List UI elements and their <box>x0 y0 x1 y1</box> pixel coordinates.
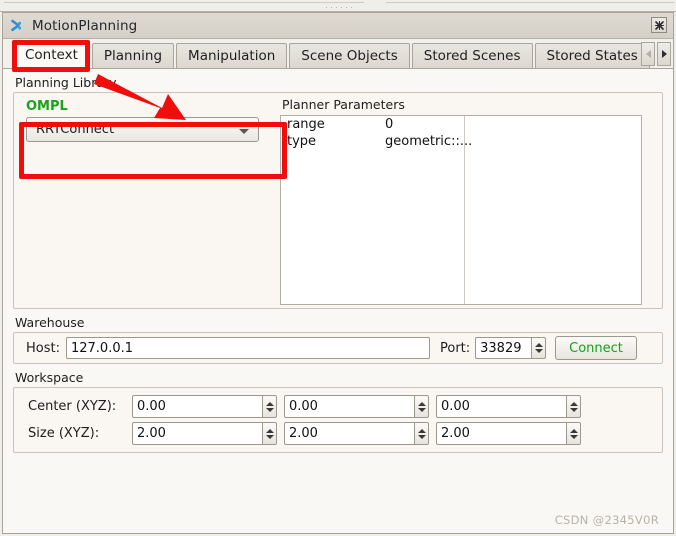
size-z-value: 2.00 <box>441 426 470 441</box>
center-x-value: 0.00 <box>137 399 166 414</box>
panel-title: MotionPlanning <box>32 17 138 34</box>
center-z-value: 0.00 <box>441 399 470 414</box>
tab-bar: Context Planning Manipulation Scene Obje… <box>3 39 673 69</box>
connect-button[interactable]: Connect <box>555 336 637 360</box>
center-y-value: 0.00 <box>289 399 318 414</box>
panel-titlebar: MotionPlanning <box>3 13 673 39</box>
center-label: Center (XYZ): <box>28 399 117 414</box>
spin-up-icon[interactable] <box>569 401 578 406</box>
workspace-title: Workspace <box>15 370 84 385</box>
size-y-value: 2.00 <box>289 426 318 441</box>
tab-planning[interactable]: Planning <box>91 43 175 68</box>
tab-scene-objects[interactable]: Scene Objects <box>289 43 410 68</box>
spin-up-icon[interactable] <box>265 428 274 433</box>
workspace-size-row: Size (XYZ): 2.00 2.00 2.00 <box>20 420 656 447</box>
port-label: Port: <box>439 340 471 356</box>
center-x-stepper[interactable]: 0.00 <box>132 395 277 418</box>
port-spin-buttons[interactable] <box>531 337 547 359</box>
center-y-input[interactable]: 0.00 <box>284 395 414 418</box>
size-y-input[interactable]: 2.00 <box>284 422 414 445</box>
tab-stored-states[interactable]: Stored States <box>534 43 650 68</box>
host-input-value: 127.0.0.1 <box>70 340 134 356</box>
size-y-spin-buttons[interactable] <box>414 422 429 445</box>
motion-planning-panel: MotionPlanning Context Planning Manipula… <box>2 12 674 534</box>
tab-context[interactable]: Context <box>13 42 90 68</box>
planner-select[interactable]: RRTConnect <box>26 117 259 142</box>
tab-label: Stored States <box>546 48 638 64</box>
tab-label: Stored Scenes <box>423 48 521 64</box>
host-input[interactable]: 127.0.0.1 <box>65 337 430 359</box>
tab-label: Manipulation <box>188 48 276 64</box>
param-key: range <box>287 117 325 132</box>
size-z-spin-buttons[interactable] <box>566 422 581 445</box>
top-splitter-strip[interactable] <box>0 0 676 12</box>
size-x-stepper[interactable]: 2.00 <box>132 422 277 445</box>
planner-select-value: RRTConnect <box>36 122 115 137</box>
spin-down-icon[interactable] <box>265 434 274 439</box>
tab-label: Context <box>25 47 78 63</box>
workspace-box: Center (XYZ): 0.00 0.00 0.00 Size (XYZ):… <box>13 387 663 453</box>
center-z-input[interactable]: 0.00 <box>436 395 566 418</box>
port-input-value: 33829 <box>480 340 522 356</box>
spin-down-icon[interactable] <box>534 349 543 353</box>
splitter-grip-dots[interactable] <box>324 6 352 9</box>
planning-library-title: Planning Library <box>15 75 117 90</box>
warehouse-title: Warehouse <box>15 315 85 330</box>
spin-down-icon[interactable] <box>265 407 274 412</box>
center-x-input[interactable]: 0.00 <box>132 395 262 418</box>
size-x-input[interactable]: 2.00 <box>132 422 262 445</box>
table-row[interactable]: range 0 <box>281 116 641 133</box>
chevron-down-icon <box>239 129 249 134</box>
spin-down-icon[interactable] <box>417 434 426 439</box>
spin-up-icon[interactable] <box>417 428 426 433</box>
param-value: geometric::... <box>385 134 473 149</box>
size-z-stepper[interactable]: 2.00 <box>436 422 581 445</box>
connect-button-label: Connect <box>569 340 623 356</box>
spin-up-icon[interactable] <box>265 401 274 406</box>
planning-library-box: OMPL RRTConnect Planner Parameters range… <box>13 92 663 309</box>
tab-stored-scenes[interactable]: Stored Scenes <box>411 43 533 68</box>
param-key: type <box>287 134 317 149</box>
size-label: Size (XYZ): <box>28 426 100 441</box>
port-input[interactable]: 33829 <box>475 337 532 359</box>
tab-scroll-right-icon[interactable] <box>657 42 671 66</box>
center-y-spin-buttons[interactable] <box>414 395 429 418</box>
planning-library-group: Planning Library OMPL RRTConnect Planner… <box>13 75 663 309</box>
tab-scroller <box>641 42 671 66</box>
spin-up-icon[interactable] <box>534 343 543 347</box>
tab-label: Scene Objects <box>301 48 398 64</box>
center-x-spin-buttons[interactable] <box>262 395 277 418</box>
size-y-stepper[interactable]: 2.00 <box>284 422 429 445</box>
center-z-spin-buttons[interactable] <box>566 395 581 418</box>
planner-parameters-title: Planner Parameters <box>282 97 405 112</box>
warehouse-group: Warehouse Host: 127.0.0.1 Port: 33829 Co… <box>13 315 663 364</box>
panel-chevron-icon <box>8 17 26 35</box>
spin-up-icon[interactable] <box>417 401 426 406</box>
tab-label: Planning <box>103 48 163 64</box>
center-z-stepper[interactable]: 0.00 <box>436 395 581 418</box>
param-value: 0 <box>385 117 394 132</box>
spin-down-icon[interactable] <box>569 434 578 439</box>
workspace-center-row: Center (XYZ): 0.00 0.00 0.00 <box>20 393 656 420</box>
watermark: CSDN @2345V0R <box>554 513 659 527</box>
warehouse-box: Host: 127.0.0.1 Port: 33829 Connect <box>13 332 663 364</box>
table-row[interactable]: type geometric::... <box>281 133 641 150</box>
context-tab-content: Planning Library OMPL RRTConnect Planner… <box>3 69 673 533</box>
spin-down-icon[interactable] <box>569 407 578 412</box>
ompl-label: OMPL <box>26 99 68 114</box>
size-z-input[interactable]: 2.00 <box>436 422 566 445</box>
host-label: Host: <box>26 340 60 356</box>
tab-scroll-left-icon[interactable] <box>641 42 655 66</box>
center-y-stepper[interactable]: 0.00 <box>284 395 429 418</box>
size-x-value: 2.00 <box>137 426 166 441</box>
screenshot-root: MotionPlanning Context Planning Manipula… <box>0 0 676 536</box>
spin-up-icon[interactable] <box>569 428 578 433</box>
port-stepper[interactable]: 33829 <box>475 337 547 359</box>
spin-down-icon[interactable] <box>417 407 426 412</box>
tab-manipulation[interactable]: Manipulation <box>176 43 288 68</box>
workspace-group: Workspace Center (XYZ): 0.00 0.00 0.00 S… <box>13 370 663 453</box>
size-x-spin-buttons[interactable] <box>262 422 277 445</box>
planner-parameters-table[interactable]: range 0 type geometric::... <box>280 115 642 305</box>
close-icon[interactable] <box>651 17 667 33</box>
